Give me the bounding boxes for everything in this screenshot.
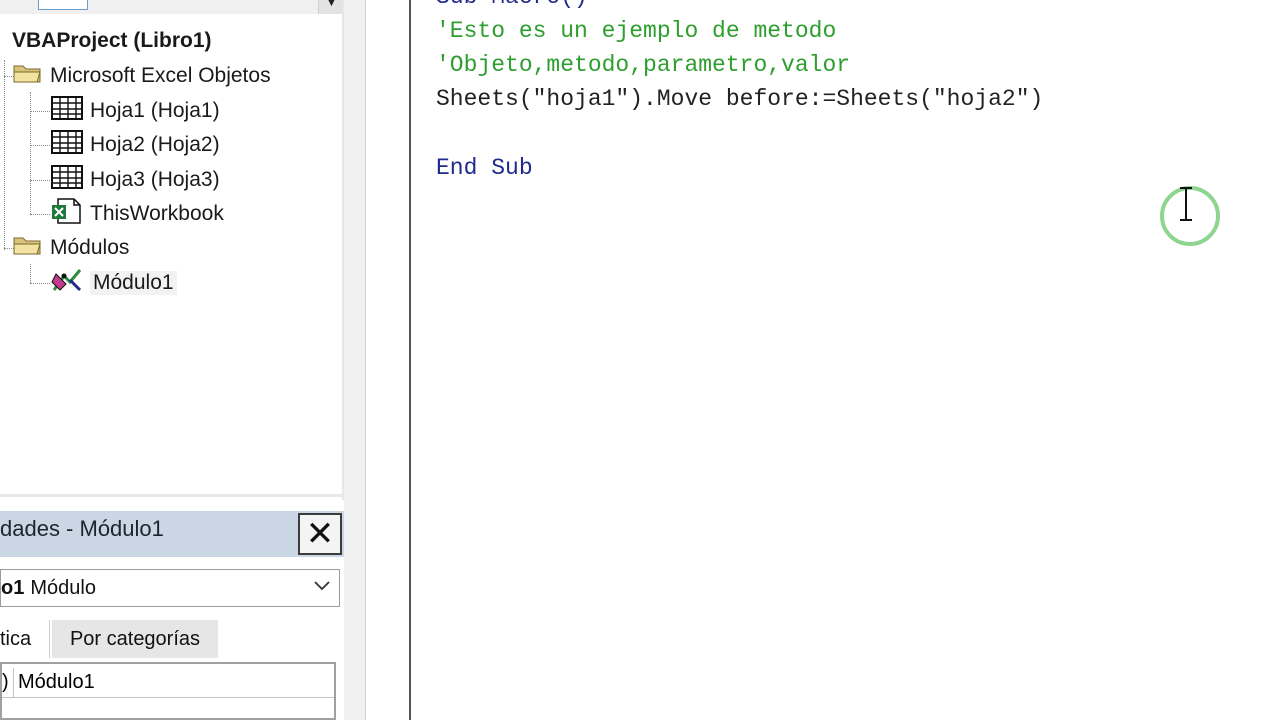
tab-alphabetic[interactable]: tica <box>0 620 50 658</box>
toolbar-button[interactable] <box>38 0 88 10</box>
explorer-bottom-border <box>0 494 344 497</box>
properties-grid: ) Módulo1 <box>0 662 336 720</box>
properties-object-dropdown[interactable]: o1 Módulo <box>0 569 340 607</box>
tree-item-label: Hoja3 (Hoja3) <box>90 168 220 191</box>
explorer-toolbar-strip: ▼ <box>0 0 344 14</box>
tree-folder-label: Módulos <box>50 236 130 259</box>
scroll-down-button[interactable]: ▼ <box>318 0 344 14</box>
tree-connector <box>30 283 50 284</box>
code-line-comment[interactable]: 'Esto es un ejemplo de metodo <box>436 14 836 48</box>
code-margin <box>366 0 410 720</box>
pane-splitter[interactable] <box>344 0 366 720</box>
tree-item-label: ThisWorkbook <box>90 202 224 225</box>
code-line-end-sub[interactable]: End Sub <box>436 151 533 185</box>
tree-item-label: Módulo1 <box>90 271 177 295</box>
code-editor[interactable]: Sub Macro() 'Esto es un ejemplo de metod… <box>411 0 1280 720</box>
tab-label: Por categorías <box>69 627 201 650</box>
code-line-sub-header[interactable]: Sub Macro() <box>436 0 588 14</box>
code-line-statement[interactable]: Sheets("hoja1").Move before:=Sheets("hoj… <box>436 82 1043 116</box>
tree-folder-label: Microsoft Excel Objetos <box>50 64 271 87</box>
tab-label: tica <box>0 627 32 650</box>
tree-connector <box>30 264 31 283</box>
module-icon <box>50 266 84 300</box>
dropdown-object-type: Módulo <box>30 576 96 599</box>
properties-tabs: tica Por categorías <box>0 620 344 660</box>
tab-by-category[interactable]: Por categorías <box>52 620 218 658</box>
tree-folder-modules[interactable]: Módulos <box>12 233 129 263</box>
worksheet-icon <box>50 95 84 127</box>
tree-connector <box>30 214 50 215</box>
tree-item-label: Hoja1 (Hoja1) <box>90 99 220 122</box>
tree-connector <box>4 60 5 250</box>
dropdown-object-name: o1 <box>1 576 25 599</box>
chevron-down-icon <box>313 576 331 600</box>
folder-open-icon <box>12 61 44 91</box>
tree-connector <box>30 111 50 112</box>
tree-item-thisworkbook[interactable]: ThisWorkbook <box>50 197 224 231</box>
tree-folder-excel-objects[interactable]: Microsoft Excel Objetos <box>12 61 271 91</box>
excel-workbook-icon <box>50 197 84 231</box>
folder-open-icon <box>12 233 44 263</box>
tree-connector <box>30 180 50 181</box>
tree-item-label: Hoja2 (Hoja2) <box>90 133 220 156</box>
property-row-name[interactable]: ) Módulo1 <box>2 667 334 698</box>
tree-root-project[interactable]: VBAProject (Libro1) <box>12 26 212 56</box>
tree-item-hoja3[interactable]: Hoja3 (Hoja3) <box>50 165 220 195</box>
properties-title: dades - Módulo1 <box>0 516 164 541</box>
tree-item-modulo1[interactable]: Módulo1 <box>50 268 177 298</box>
text-cursor-icon <box>1176 186 1196 228</box>
tree-root-label: VBAProject (Libro1) <box>12 29 212 52</box>
tree-connector <box>30 145 50 146</box>
worksheet-icon <box>50 164 84 196</box>
property-value[interactable]: Módulo1 <box>14 671 95 694</box>
close-icon: ✕ <box>305 515 335 553</box>
project-explorer: ▼ VBAProject (Libro1) Microsoft Excel Ob… <box>0 0 344 720</box>
tree-item-hoja2[interactable]: Hoja2 (Hoja2) <box>50 130 220 160</box>
code-line-comment[interactable]: 'Objeto,metodo,parametro,valor <box>436 48 850 82</box>
property-name: ) <box>2 667 14 698</box>
properties-close-button[interactable]: ✕ <box>298 513 342 555</box>
tree-item-hoja1[interactable]: Hoja1 (Hoja1) <box>50 96 220 126</box>
worksheet-icon <box>50 129 84 161</box>
properties-title-bar: dades - Módulo1 <box>0 511 344 557</box>
